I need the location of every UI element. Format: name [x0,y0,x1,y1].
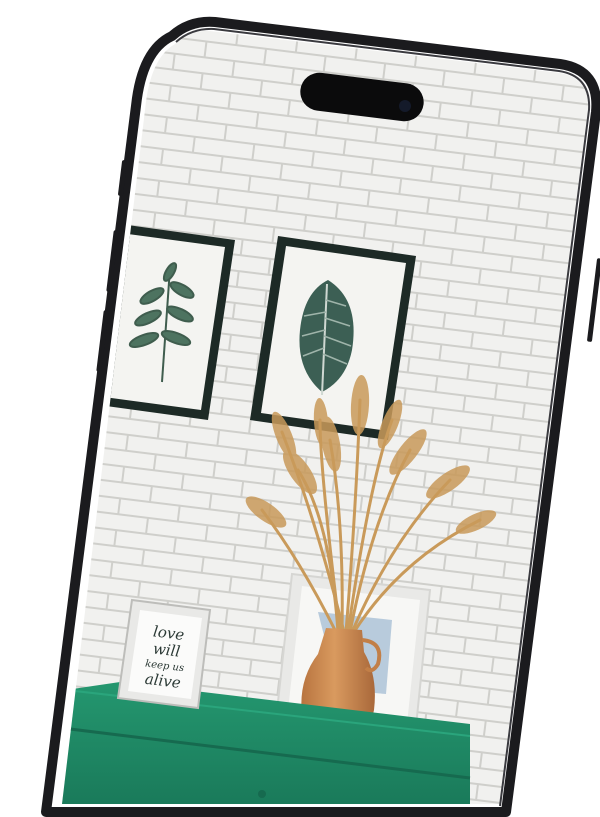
drawer-knob [258,790,266,798]
quote-frame: love will keep us alive [116,598,212,710]
phone-screen: love will keep us alive [62,30,589,804]
phone-mockup-stage: love will keep us alive [0,0,600,817]
front-camera-icon [399,100,411,112]
phone-mockup-illustration: love will keep us alive [41,16,600,817]
power-button [587,258,600,342]
quote-line-2: will [152,639,181,660]
